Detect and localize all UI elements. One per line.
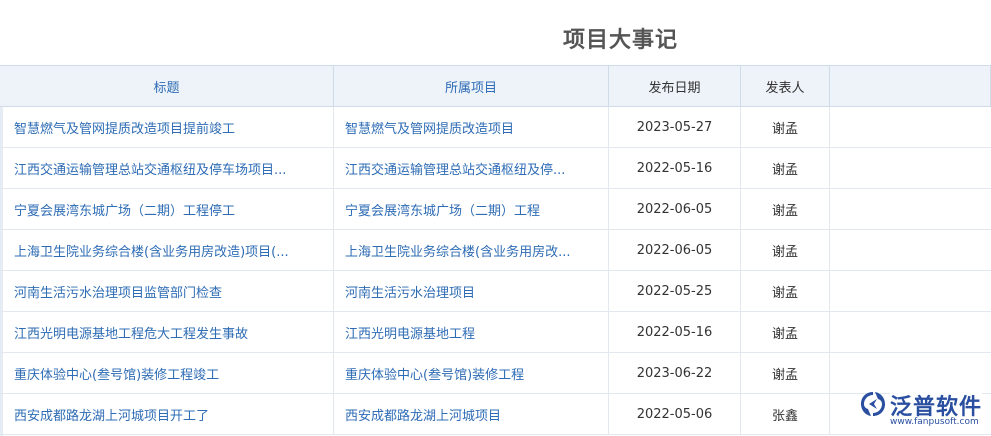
- row-filler: [830, 148, 991, 188]
- page-title: 项目大事记: [563, 28, 679, 53]
- project-link[interactable]: 江西光明电源基地工程: [334, 312, 609, 352]
- event-title-link[interactable]: 上海卫生院业务综合楼(含业务用房改造)项目(...: [0, 230, 334, 270]
- event-title-link[interactable]: 重庆体验中心(叁号馆)装修工程竣工: [0, 353, 334, 393]
- fanpu-logo: 泛普软件 www.fanpusoft.com: [858, 387, 990, 433]
- project-link[interactable]: 江西交通运输管理总站交通枢纽及停...: [334, 148, 609, 188]
- column-header-filler: [830, 66, 991, 106]
- table-row[interactable]: 江西交通运输管理总站交通枢纽及停车场项目... 江西交通运输管理总站交通枢纽及停…: [0, 148, 991, 189]
- project-link[interactable]: 河南生活污水治理项目: [334, 271, 609, 311]
- event-title-link[interactable]: 宁夏会展湾东城广场（二期）工程停工: [0, 189, 334, 229]
- author: 谢孟: [741, 312, 830, 352]
- row-filler: [830, 230, 991, 270]
- publish-date: 2022-05-25: [609, 271, 741, 311]
- table-row[interactable]: 江西光明电源基地工程危大工程发生事故 江西光明电源基地工程 2022-05-16…: [0, 312, 991, 353]
- event-title-link[interactable]: 河南生活污水治理项目监管部门检查: [0, 271, 334, 311]
- publish-date: 2022-05-16: [609, 312, 741, 352]
- publish-date: 2023-06-22: [609, 353, 741, 393]
- table-row[interactable]: 宁夏会展湾东城广场（二期）工程停工 宁夏会展湾东城广场（二期）工程 2022-0…: [0, 189, 991, 230]
- project-link[interactable]: 西安成都路龙湖上河城项目: [334, 394, 609, 434]
- author: 谢孟: [741, 189, 830, 229]
- event-title-link[interactable]: 江西交通运输管理总站交通枢纽及停车场项目...: [0, 148, 334, 188]
- author: 谢孟: [741, 107, 830, 147]
- row-filler: [830, 107, 991, 147]
- column-header-title[interactable]: 标题: [0, 66, 334, 106]
- table-header: 标题 所属项目 发布日期 发表人: [0, 66, 991, 107]
- events-table: 标题 所属项目 发布日期 发表人 智慧燃气及管网提质改造项目提前竣工 智慧燃气及…: [0, 65, 991, 435]
- author: 谢孟: [741, 148, 830, 188]
- publish-date: 2023-05-27: [609, 107, 741, 147]
- logo-url: www.fanpusoft.com: [890, 417, 979, 427]
- fanpu-logo-icon: [861, 392, 885, 416]
- project-link[interactable]: 智慧燃气及管网提质改造项目: [334, 107, 609, 147]
- event-title-link[interactable]: 江西光明电源基地工程危大工程发生事故: [0, 312, 334, 352]
- author: 谢孟: [741, 230, 830, 270]
- event-title-link[interactable]: 西安成都路龙湖上河城项目开工了: [0, 394, 334, 434]
- author: 谢孟: [741, 271, 830, 311]
- event-title-link[interactable]: 智慧燃气及管网提质改造项目提前竣工: [0, 107, 334, 147]
- publish-date: 2022-05-06: [609, 394, 741, 434]
- column-header-author[interactable]: 发表人: [741, 66, 830, 106]
- row-filler: [830, 189, 991, 229]
- row-filler: [830, 312, 991, 352]
- row-filler: [830, 271, 991, 311]
- author: 张鑫: [741, 394, 830, 434]
- table-row[interactable]: 西安成都路龙湖上河城项目开工了 西安成都路龙湖上河城项目 2022-05-06 …: [0, 394, 991, 435]
- column-header-date[interactable]: 发布日期: [609, 66, 741, 106]
- publish-date: 2022-06-05: [609, 230, 741, 270]
- column-header-project[interactable]: 所属项目: [334, 66, 609, 106]
- project-link[interactable]: 重庆体验中心(叁号馆)装修工程: [334, 353, 609, 393]
- table-row[interactable]: 重庆体验中心(叁号馆)装修工程竣工 重庆体验中心(叁号馆)装修工程 2023-0…: [0, 353, 991, 394]
- publish-date: 2022-05-16: [609, 148, 741, 188]
- project-link[interactable]: 宁夏会展湾东城广场（二期）工程: [334, 189, 609, 229]
- table-row[interactable]: 河南生活污水治理项目监管部门检查 河南生活污水治理项目 2022-05-25 谢…: [0, 271, 991, 312]
- table-row[interactable]: 智慧燃气及管网提质改造项目提前竣工 智慧燃气及管网提质改造项目 2023-05-…: [0, 107, 991, 148]
- author: 谢孟: [741, 353, 830, 393]
- table-row[interactable]: 上海卫生院业务综合楼(含业务用房改造)项目(... 上海卫生院业务综合楼(含业务…: [0, 230, 991, 271]
- publish-date: 2022-06-05: [609, 189, 741, 229]
- project-link[interactable]: 上海卫生院业务综合楼(含业务用房改...: [334, 230, 609, 270]
